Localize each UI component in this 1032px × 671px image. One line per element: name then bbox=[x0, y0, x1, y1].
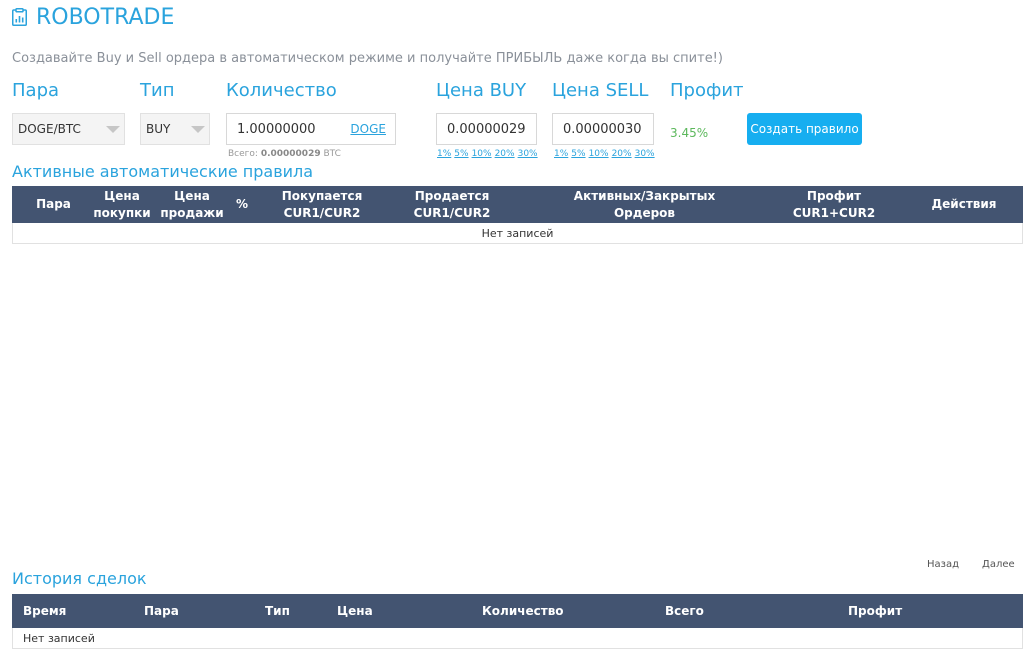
quantity-value: 1.00000000 bbox=[237, 121, 316, 137]
quantity-input[interactable]: 1.00000000 DOGE bbox=[226, 113, 396, 145]
create-rule-button[interactable]: Создать правило bbox=[747, 113, 862, 145]
chevron-down-icon bbox=[106, 126, 120, 133]
col-quantity[interactable]: Количество bbox=[482, 594, 564, 628]
sell-price-value: 0.00000030 bbox=[563, 121, 642, 137]
rules-table: Пара Цена покупки Цена продажи % Покупае… bbox=[12, 186, 1023, 244]
sell-pct-link[interactable]: 10% bbox=[589, 149, 609, 159]
history-empty-row: Нет записей bbox=[12, 628, 1023, 649]
prev-page-button[interactable]: Назад bbox=[927, 559, 959, 570]
total-value: 0.00000029 bbox=[260, 149, 321, 159]
col-time[interactable]: Время bbox=[23, 594, 66, 628]
col-bought[interactable]: Покупается CUR1/CUR2 bbox=[267, 186, 377, 223]
col-pair[interactable]: Пара bbox=[26, 186, 81, 223]
buy-price-label: Цена BUY bbox=[436, 80, 527, 101]
chevron-down-icon bbox=[191, 126, 205, 133]
sell-pct-link[interactable]: 1% bbox=[554, 149, 568, 159]
pair-label: Пара bbox=[12, 80, 60, 101]
page-subtitle: Создавайте Buy и Sell ордера в автоматич… bbox=[12, 51, 723, 66]
col-buy-price[interactable]: Цена покупки bbox=[92, 186, 152, 223]
buy-percent-links: 1% 5% 10% 20% 30% bbox=[437, 149, 538, 159]
next-page-button[interactable]: Далее bbox=[982, 559, 1015, 570]
col-price[interactable]: Цена bbox=[337, 594, 373, 628]
sell-price-label: Цена SELL bbox=[552, 80, 649, 101]
sell-price-input[interactable]: 0.00000030 bbox=[552, 113, 654, 145]
sell-pct-link[interactable]: 20% bbox=[612, 149, 632, 159]
col-percent[interactable]: % bbox=[232, 186, 252, 223]
col-profit[interactable]: Профит CUR1+CUR2 bbox=[774, 186, 894, 223]
rules-table-header: Пара Цена покупки Цена продажи % Покупае… bbox=[12, 186, 1023, 223]
clipboard-chart-icon bbox=[12, 8, 27, 26]
profit-label: Профит bbox=[670, 80, 744, 101]
total-unit: BTC bbox=[323, 149, 341, 159]
pair-select[interactable]: DOGE/BTC bbox=[12, 113, 125, 145]
sell-pct-link[interactable]: 5% bbox=[571, 149, 585, 159]
col-total[interactable]: Всего bbox=[665, 594, 704, 628]
app-header: ROBOTRADE bbox=[12, 2, 174, 32]
sell-percent-links: 1% 5% 10% 20% 30% bbox=[554, 149, 655, 159]
history-section-title: История сделок bbox=[12, 569, 147, 588]
col-active-closed-orders[interactable]: Активных/Закрытых Ордеров bbox=[567, 186, 722, 223]
col-type[interactable]: Тип bbox=[265, 594, 290, 628]
sell-pct-link[interactable]: 30% bbox=[635, 149, 655, 159]
col-actions[interactable]: Действия bbox=[924, 186, 1004, 223]
type-label: Тип bbox=[140, 80, 175, 101]
type-select-value: BUY bbox=[146, 122, 171, 136]
history-table-header: Время Пара Тип Цена Количество Всего Про… bbox=[12, 594, 1023, 628]
col-sold[interactable]: Продается CUR1/CUR2 bbox=[397, 186, 507, 223]
app-title: ROBOTRADE bbox=[36, 4, 175, 30]
buy-pct-link[interactable]: 1% bbox=[437, 149, 451, 159]
col-profit[interactable]: Профит bbox=[848, 594, 902, 628]
buy-price-input[interactable]: 0.00000029 bbox=[436, 113, 537, 145]
buy-pct-link[interactable]: 10% bbox=[472, 149, 492, 159]
col-pair[interactable]: Пара bbox=[144, 594, 179, 628]
buy-pct-link[interactable]: 30% bbox=[518, 149, 538, 159]
history-table: Время Пара Тип Цена Количество Всего Про… bbox=[12, 594, 1023, 649]
type-select[interactable]: BUY bbox=[140, 113, 210, 145]
buy-price-value: 0.00000029 bbox=[447, 121, 526, 137]
profit-value: 3.45% bbox=[670, 126, 709, 140]
quantity-label: Количество bbox=[226, 80, 337, 101]
col-sell-price[interactable]: Цена продажи bbox=[160, 186, 223, 223]
rules-empty-row: Нет записей bbox=[12, 223, 1023, 244]
buy-pct-link[interactable]: 5% bbox=[454, 149, 468, 159]
rules-section-title: Активные автоматические правила bbox=[12, 162, 314, 181]
quantity-unit-link[interactable]: DOGE bbox=[350, 122, 386, 136]
pair-select-value: DOGE/BTC bbox=[18, 122, 81, 136]
quantity-total: Всего: 0.00000029 BTC bbox=[228, 149, 341, 159]
buy-pct-link[interactable]: 20% bbox=[495, 149, 515, 159]
total-prefix: Всего: bbox=[228, 149, 258, 159]
